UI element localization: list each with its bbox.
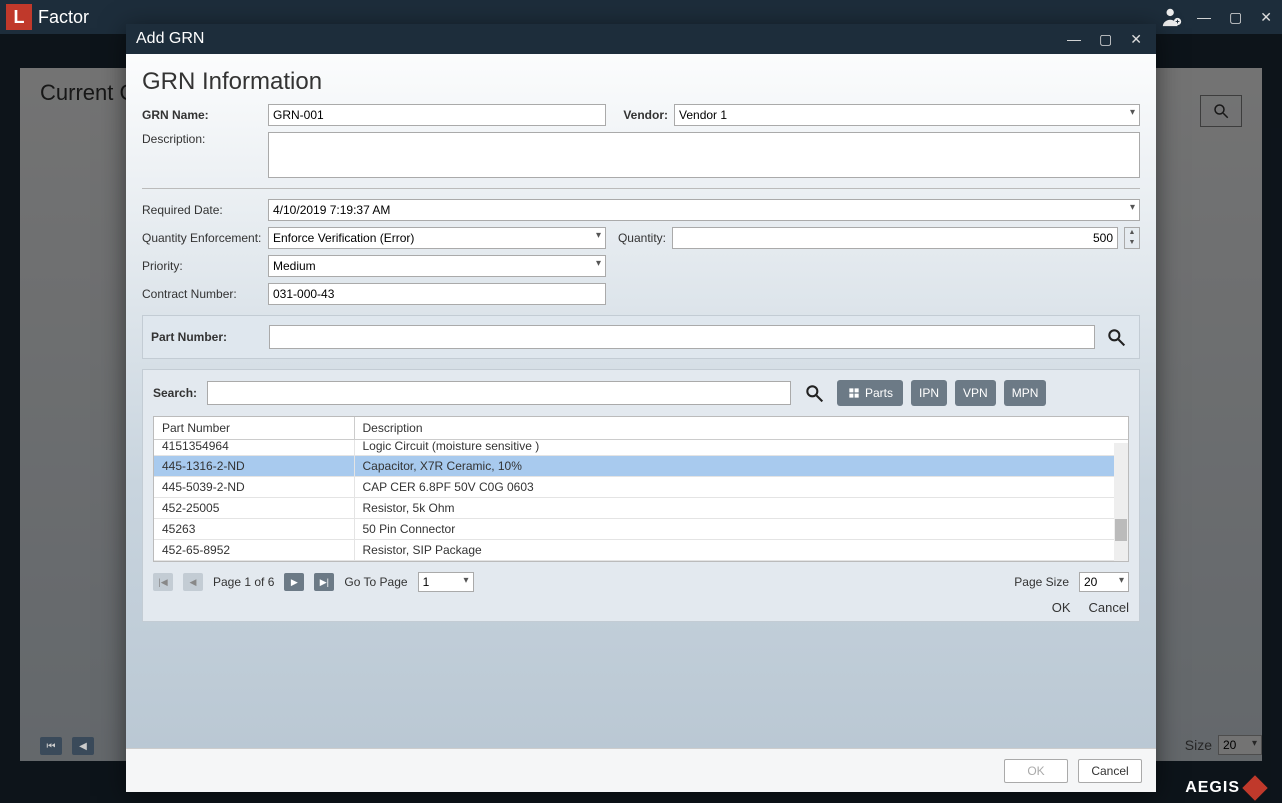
go-to-page-select[interactable]: 1 [418,572,474,592]
cell-part-number: 4151354964 [154,440,354,456]
search-label: Search: [153,386,199,400]
cell-part-number: 45263 [154,519,354,540]
next-page-button[interactable]: ▶ [284,573,304,591]
dialog-titlebar: Add GRN — ▢ ✕ [126,24,1156,54]
page-size-label: Page Size [1014,575,1069,589]
description-label: Description: [142,132,262,146]
dialog-close-button[interactable]: ✕ [1126,31,1146,48]
panel-ok-button[interactable]: OK [1052,600,1071,615]
table-row[interactable]: 452-65-8952Resistor, SIP Package [154,540,1128,561]
table-row[interactable]: 4151354964Logic Circuit (moisture sensit… [154,440,1128,456]
cell-description: Resistor, 5k Ohm [354,498,1128,519]
bg-first-icon: ⏮ [40,737,62,755]
prev-page-button[interactable]: ◀ [183,573,203,591]
go-to-page-label: Go To Page [344,575,407,589]
ipn-button[interactable]: IPN [911,380,947,406]
user-icon[interactable] [1161,6,1183,28]
cell-part-number: 445-5039-2-ND [154,477,354,498]
qty-enforcement-select[interactable]: Enforce Verification (Error) [268,227,606,249]
search-button[interactable] [799,380,829,406]
contract-number-label: Contract Number: [142,287,262,301]
pager: |◀ ◀ Page 1 of 6 ▶ ▶| Go To Page 1 Page … [153,572,1129,592]
vendor-label: Vendor: [618,108,668,122]
required-date-input[interactable]: 4/10/2019 7:19:37 AM [268,199,1140,221]
section-title: GRN Information [142,68,1140,96]
quantity-stepper[interactable]: ▲▼ [1124,227,1140,249]
table-row[interactable]: 445-1316-2-NDCapacitor, X7R Ceramic, 10% [154,456,1128,477]
search-input[interactable] [207,381,791,405]
cell-description: Capacitor, X7R Ceramic, 10% [354,456,1128,477]
main-close-button[interactable]: ✕ [1256,9,1276,26]
dialog-title: Add GRN [136,30,204,48]
page-size-select[interactable]: 20 [1079,572,1129,592]
dialog-ok-button[interactable]: OK [1004,759,1068,783]
app-logo: L [6,4,32,30]
bg-prev-icon: ◀ [72,737,94,755]
last-page-button[interactable]: ▶| [314,573,334,591]
table-row[interactable]: 452-25005Resistor, 5k Ohm [154,498,1128,519]
parts-icon [847,386,861,400]
part-number-row: Part Number: [142,315,1140,359]
panel-cancel-button[interactable]: Cancel [1089,600,1129,615]
dialog-footer: OK Cancel [126,748,1156,792]
main-maximize-button[interactable]: ▢ [1225,9,1246,26]
quantity-label: Quantity: [612,231,666,245]
search-icon [1106,327,1126,347]
priority-label: Priority: [142,259,262,273]
bg-pager: ⏮ ◀ [40,737,94,755]
description-input[interactable] [268,132,1140,178]
table-row[interactable]: 4526350 Pin Connector [154,519,1128,540]
grn-name-label: GRN Name: [142,108,262,122]
part-number-label: Part Number: [151,330,263,344]
table-row[interactable]: 445-5039-2-NDCAP CER 6.8PF 50V C0G 0603 [154,477,1128,498]
vpn-button[interactable]: VPN [955,380,996,406]
quantity-input[interactable] [672,227,1118,249]
app-title: Factor [38,7,89,28]
dialog-minimize-button[interactable]: — [1063,31,1085,48]
separator [142,188,1140,189]
add-grn-dialog: Add GRN — ▢ ✕ GRN Information GRN Name: … [126,24,1156,792]
cell-description: 50 Pin Connector [354,519,1128,540]
priority-select[interactable]: Medium [268,255,606,277]
required-date-label: Required Date: [142,203,262,217]
search-icon [804,383,824,403]
grn-name-input[interactable] [268,104,606,126]
cell-description: Resistor, SIP Package [354,540,1128,561]
parts-button[interactable]: Parts [837,380,903,406]
dialog-cancel-button[interactable]: Cancel [1078,759,1142,783]
dialog-maximize-button[interactable]: ▢ [1095,31,1116,48]
part-number-input[interactable] [269,325,1095,349]
cell-description: Logic Circuit (moisture sensitive ) [354,440,1128,456]
brand-icon [1242,775,1267,800]
qty-enforcement-label: Quantity Enforcement: [142,231,262,245]
part-number-search-button[interactable] [1101,324,1131,350]
first-page-button[interactable]: |◀ [153,573,173,591]
page-indicator: Page 1 of 6 [213,575,274,589]
cell-description: CAP CER 6.8PF 50V C0G 0603 [354,477,1128,498]
cell-part-number: 445-1316-2-ND [154,456,354,477]
contract-number-input[interactable] [268,283,606,305]
col-part-number[interactable]: Part Number [154,417,354,440]
main-minimize-button[interactable]: — [1193,9,1215,25]
cell-part-number: 452-65-8952 [154,540,354,561]
footer-brand: AEGIS [1185,779,1264,797]
col-description[interactable]: Description [354,417,1128,440]
parts-table: Part Number Description 4151354964Logic … [153,416,1129,562]
vendor-select[interactable]: Vendor 1 [674,104,1140,126]
cell-part-number: 452-25005 [154,498,354,519]
table-scrollbar[interactable] [1114,443,1128,561]
parts-grid-panel: Search: Parts IPN VPN MPN Part Number De [142,369,1140,622]
mpn-button[interactable]: MPN [1004,380,1047,406]
